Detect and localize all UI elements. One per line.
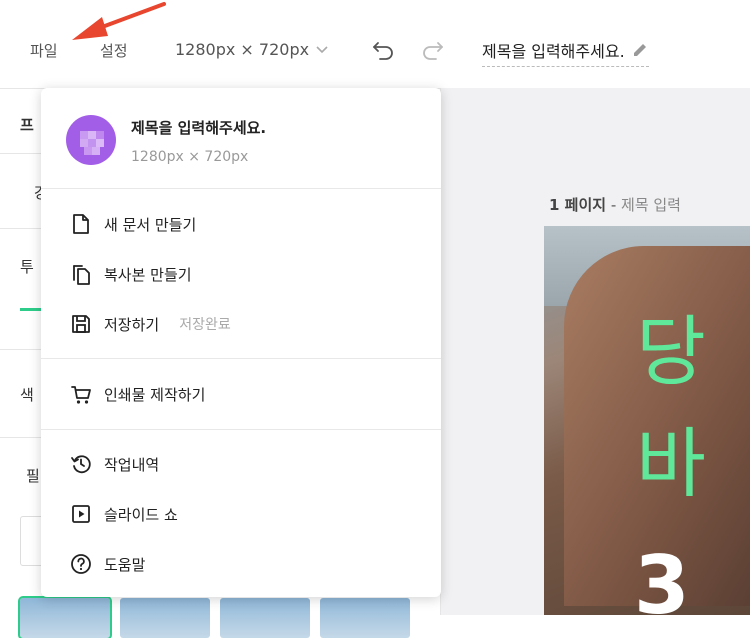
slide-text[interactable]: 바: [636, 426, 706, 502]
page-title[interactable]: 제목 입력: [621, 196, 681, 214]
left-panel-label: 투: [20, 258, 34, 276]
annotation-arrow-icon: [72, 2, 166, 40]
left-panel-tab[interactable]: 프: [20, 114, 34, 135]
canvas-area: 1 페이지 - 제목 입력 당 바 3: [441, 88, 750, 615]
menu-item-new-document[interactable]: 새 문서 만들기: [69, 209, 196, 239]
menu-item-label: 슬라이드 쇼: [104, 505, 178, 524]
menu-item-label: 작업내역: [104, 455, 160, 474]
menu-item-save[interactable]: 저장하기 저장완료: [69, 309, 231, 339]
slider-track[interactable]: [20, 308, 42, 311]
filter-thumbnail[interactable]: [18, 596, 112, 638]
divider: [41, 429, 441, 430]
menu-item-label: 도움말: [104, 555, 146, 574]
menu-item-slideshow[interactable]: 슬라이드 쇼: [69, 499, 178, 529]
slide-text[interactable]: 당: [636, 314, 706, 390]
menu-item-copy[interactable]: 복사본 만들기: [69, 259, 192, 289]
page-label: 1 페이지 - 제목 입력: [549, 194, 681, 215]
cart-icon: [69, 382, 93, 406]
file-menu-header: 제목을 입력해주세요. 1280px × 720px: [41, 88, 441, 188]
document-title[interactable]: 제목을 입력해주세요.: [482, 38, 649, 67]
filter-thumbnails: [18, 596, 410, 638]
document-title-text: 제목을 입력해주세요.: [482, 42, 625, 61]
slide-text[interactable]: 3: [634, 546, 690, 616]
redo-icon[interactable]: [420, 39, 444, 61]
divider: [41, 358, 441, 359]
menu-item-label: 복사본 만들기: [104, 265, 192, 284]
pencil-icon[interactable]: [631, 41, 649, 59]
file-menu-dropdown: 제목을 입력해주세요. 1280px × 720px 새 문서 만들기 복사본 …: [41, 88, 441, 597]
left-panel-label: 필: [26, 467, 40, 485]
save-status: 저장완료: [179, 317, 231, 333]
file-menu-size: 1280px × 720px: [131, 149, 249, 165]
history-icon: [69, 452, 93, 476]
page-number: 1 페이지: [549, 196, 607, 214]
filter-thumbnail[interactable]: [120, 598, 210, 638]
filter-thumbnail[interactable]: [320, 598, 410, 638]
menu-item-label: 새 문서 만들기: [104, 215, 197, 234]
menu-file[interactable]: 파일: [30, 40, 58, 61]
canvas-size-select[interactable]: 1280px × 720px: [175, 40, 329, 59]
menu-item-history[interactable]: 작업내역: [69, 449, 159, 479]
menu-item-print[interactable]: 인쇄물 제작하기: [69, 379, 205, 409]
page-separator: -: [606, 196, 622, 214]
slide-preview[interactable]: 당 바 3: [544, 226, 750, 615]
menu-item-label: 저장하기: [104, 315, 160, 334]
avatar: [66, 115, 116, 165]
divider: [41, 188, 441, 189]
slideshow-icon: [69, 502, 93, 526]
help-icon: [69, 552, 93, 576]
undo-icon[interactable]: [372, 39, 396, 61]
new-document-icon: [69, 212, 93, 236]
menu-item-help[interactable]: 도움말: [69, 549, 145, 579]
left-panel-label: 색: [20, 386, 34, 404]
save-icon: [69, 312, 93, 336]
copy-icon: [69, 262, 93, 286]
menu-item-label: 인쇄물 제작하기: [104, 385, 206, 404]
top-toolbar: 파일 설정 1280px × 720px 제목을 입력해주세요.: [0, 0, 750, 88]
canvas-size-value: 1280px × 720px: [175, 40, 310, 59]
file-menu-title: 제목을 입력해주세요.: [131, 119, 267, 137]
chevron-down-icon: [316, 45, 328, 53]
filter-thumbnail[interactable]: [220, 598, 310, 638]
